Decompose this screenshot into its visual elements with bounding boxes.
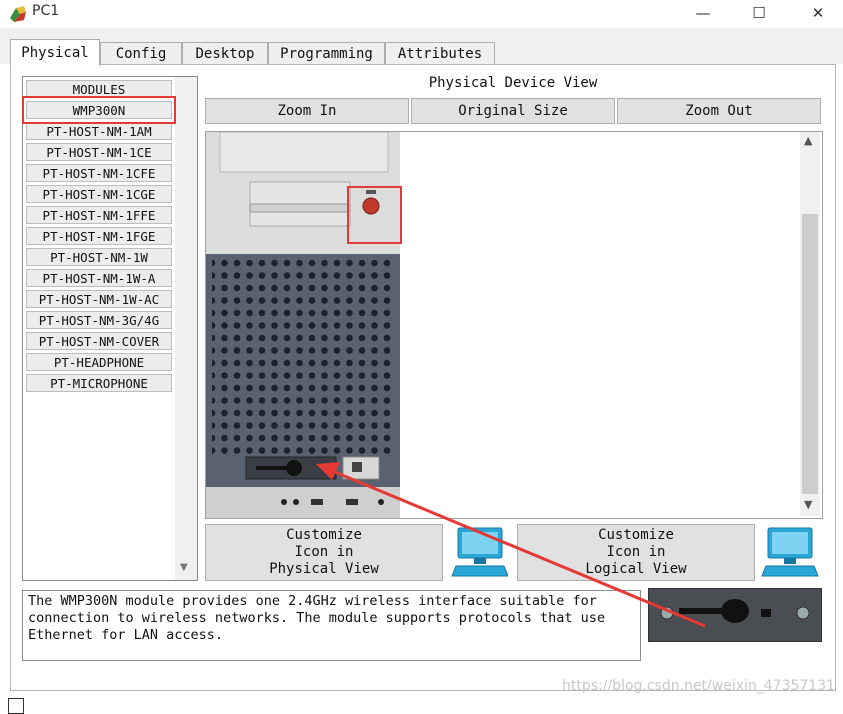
annotation-arrow	[316, 462, 706, 628]
checkbox[interactable]	[8, 698, 24, 714]
tab-physical[interactable]: Physical	[10, 39, 100, 66]
watermark: https://blog.csdn.net/weixin_47357131	[562, 678, 836, 694]
